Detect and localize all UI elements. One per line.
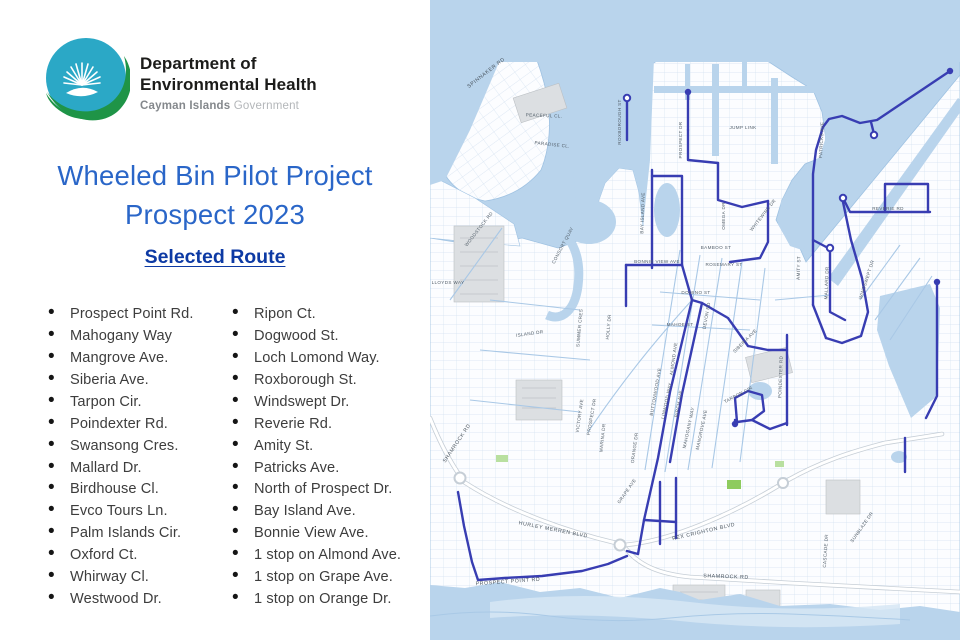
street-label: ROXBOROUGH ST: [617, 99, 622, 144]
route-list-item: Palm Islands Cir.: [48, 522, 232, 544]
route-endpoint: [732, 421, 738, 427]
route-list-item: Amity St.: [232, 435, 416, 457]
route-list-column-1: Prospect Point Rd.Mahogany WayMangrove A…: [48, 303, 232, 610]
street-label: LLOYDS WAY: [432, 280, 465, 285]
department-header: Department of Environmental Health Cayma…: [42, 36, 317, 124]
route-list-item: Roxborough St.: [232, 369, 416, 391]
route-list-item: Westwood Dr.: [48, 588, 232, 610]
government-subtitle: Cayman Islands Government: [140, 100, 317, 112]
street-label: AMITY ST: [796, 256, 802, 280]
route-lists: Prospect Point Rd.Mahogany WayMangrove A…: [48, 303, 416, 610]
street-label: OMEGA DR: [721, 202, 726, 230]
flyer: Department of Environmental Health Cayma…: [0, 0, 960, 640]
route-list-item: North of Prospect Dr.: [232, 479, 416, 501]
route-list-item: Prospect Point Rd.: [48, 303, 232, 325]
street-label: BONNIE VIEW AVE: [634, 259, 680, 264]
route-list-item: Siberia Ave.: [48, 369, 232, 391]
route-list-item: Swansong Cres.: [48, 435, 232, 457]
route-list-item: Tarpon Cir.: [48, 391, 232, 413]
route-endpoint: [934, 279, 940, 285]
street-label: PROSPECT DR: [678, 121, 683, 158]
route-list-item: Poindexter Rd.: [48, 413, 232, 435]
route-map-canvas: SPINNAKER RDPEACEFUL CL.PARADISE CL.ROXB…: [430, 0, 960, 640]
department-name-line1: Department of: [140, 54, 317, 74]
route-list-item: Evco Tours Ln.: [48, 500, 232, 522]
street-label: BAMBOO ST: [701, 245, 731, 250]
route-endpoint: [947, 68, 953, 74]
street-label: DOMINO ST: [681, 290, 710, 295]
route-list-item: 1 stop on Grape Ave.: [232, 566, 416, 588]
street-label: MAHOE ST: [667, 322, 694, 327]
route-list-item: Windswept Dr.: [232, 391, 416, 413]
route-list-item: Mallard Dr.: [48, 457, 232, 479]
page-title-line1: Wheeled Bin Pilot Project: [0, 156, 430, 195]
page-title-line2: Prospect 2023: [0, 195, 430, 234]
route-list-item: Mahogany Way: [48, 325, 232, 347]
street-label: REVERIE RD: [872, 206, 904, 211]
route-map: SPINNAKER RDPEACEFUL CL.PARADISE CL.ROXB…: [430, 0, 960, 640]
street-label: ROSEMARY ST: [705, 262, 742, 267]
route-list-item: Loch Lomond Way.: [232, 347, 416, 369]
selected-route-heading: Selected Route: [0, 246, 430, 269]
route-list-item: Ripon Ct.: [232, 303, 416, 325]
route-endpoint: [624, 95, 630, 101]
route-endpoint: [871, 132, 877, 138]
department-name-line2: Environmental Health: [140, 75, 317, 95]
route-list-item: Mangrove Ave.: [48, 347, 232, 369]
route-list-item: 1 stop on Almond Ave.: [232, 544, 416, 566]
info-panel: Department of Environmental Health Cayma…: [0, 0, 430, 640]
route-endpoint: [685, 89, 691, 95]
route-list-item: Birdhouse Cl.: [48, 479, 232, 501]
page-title: Wheeled Bin Pilot Project Prospect 2023: [0, 156, 430, 234]
route-list-item: Oxford Ct.: [48, 544, 232, 566]
route-list-item: Whirway Cl.: [48, 566, 232, 588]
route-endpoint: [827, 245, 833, 251]
route-list-item: Patricks Ave.: [232, 457, 416, 479]
route-list-column-2: Ripon Ct.Dogwood St.Loch Lomond Way.Roxb…: [232, 303, 416, 610]
route-list-item: Bonnie View Ave.: [232, 522, 416, 544]
street-label: JUMP LINK: [729, 125, 757, 130]
route-list-item: 1 stop on Orange Dr.: [232, 588, 416, 610]
north-water: [430, 0, 960, 62]
route-list-item: Reverie Rd.: [232, 413, 416, 435]
route-list-item: Bay Island Ave.: [232, 500, 416, 522]
route-endpoint: [840, 195, 846, 201]
route-list-item: Dogwood St.: [232, 325, 416, 347]
deh-logo-icon: [42, 36, 130, 124]
